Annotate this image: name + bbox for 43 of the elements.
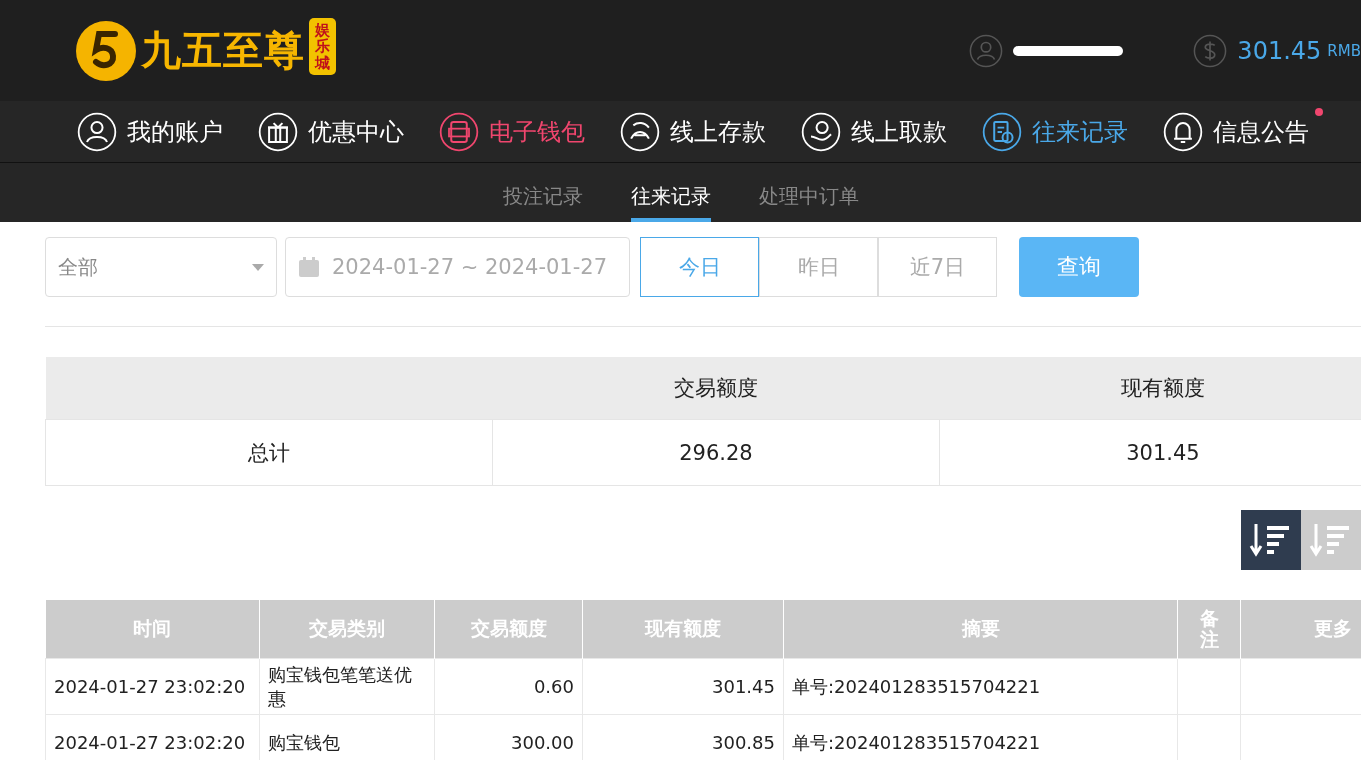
summary-cell: 296.28 [492,419,940,486]
nav-item[interactable]: 往来记录 [982,111,1128,152]
table-cell: 2024-01-27 23:02:20 [45,658,260,715]
nav-item[interactable]: 电子钱包 [439,111,585,152]
nav-item[interactable]: 线上存款 [620,111,766,152]
logo-badge: 娱乐城 [309,17,336,76]
table-cell: 2024-01-27 23:02:20 [45,714,260,760]
withdraw-icon [801,111,841,152]
bell-icon [1163,111,1203,152]
user-icon [77,111,117,152]
summary-cell: 301.45 [939,419,1361,486]
records-icon [982,111,1022,152]
table-cell: 单号:202401283515704221 [783,658,1178,715]
balance-amount: 301.45 [1237,36,1322,65]
calendar-icon [298,256,320,278]
currency-label: RMB [1327,41,1361,60]
dollar-icon [1193,33,1228,68]
gift-icon [258,111,298,152]
column-header: 现有额度 [939,357,1361,420]
table-cell: 购宝钱包笔笔送优惠 [259,658,435,715]
table-cell: 0.60 [434,658,583,715]
nav-item[interactable]: 线上取款 [801,111,947,152]
type-dropdown[interactable]: 全部 [45,237,277,297]
row-label: 总计 [45,419,493,486]
logo-emblem-icon [75,19,137,82]
deposit-icon [620,111,660,152]
wallet-icon [439,111,479,152]
quick-range-button[interactable]: 近7日 [878,237,997,297]
date-range-field[interactable]: 2024-01-27 ~ 2024-01-27 [285,237,630,297]
sort-button[interactable] [1241,510,1301,570]
quick-range-button[interactable]: 昨日 [759,237,878,297]
logo-title: 九五至尊 [141,25,305,75]
sub-tab[interactable]: 处理中订单 [758,163,859,222]
query-button[interactable]: 查询 [1019,237,1139,297]
user-icon [969,33,1004,68]
nav-item[interactable]: 我的账户 [77,111,223,152]
table-cell: 301.45 [582,658,784,715]
sub-tab[interactable]: 投注记录 [502,163,583,222]
nav-item[interactable]: 信息公告 [1163,111,1309,152]
nav-item[interactable]: 优惠中心 [258,111,404,152]
quick-range-button[interactable]: 今日 [640,237,759,297]
sub-tab[interactable]: 往来记录 [630,163,711,222]
column-header: 交易额度 [492,357,940,420]
